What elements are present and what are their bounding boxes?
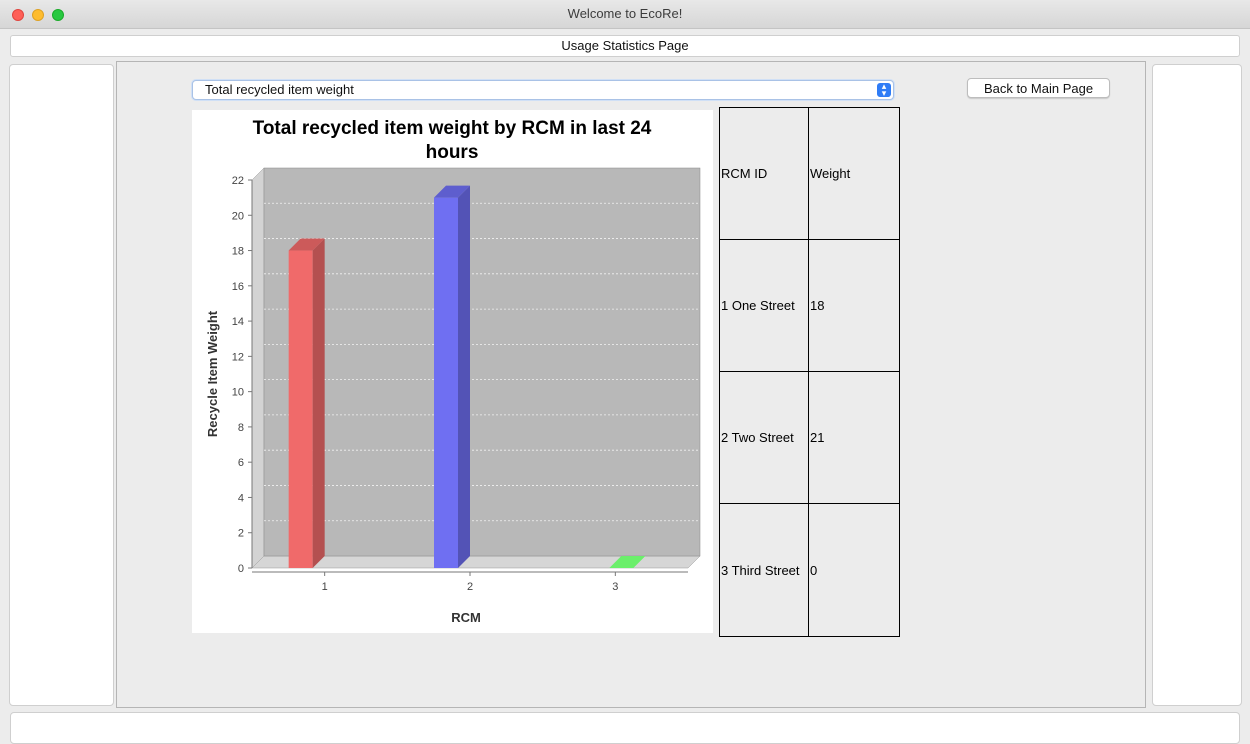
x-tick-label: 2 — [467, 581, 473, 593]
y-tick-label: 2 — [238, 528, 244, 540]
table-cell: 18 — [809, 240, 899, 372]
chart-title-line: hours — [426, 142, 479, 163]
y-tick-label: 14 — [232, 316, 244, 328]
y-axis-label: Recycle Item Weight — [205, 310, 220, 437]
y-tick-label: 18 — [232, 246, 244, 258]
x-tick-label: 3 — [612, 581, 618, 593]
left-panel — [9, 64, 114, 706]
y-tick-label: 20 — [232, 210, 244, 222]
chart-title-line: Total recycled item weight by RCM in las… — [253, 118, 652, 139]
table-cell: 1 One Street — [720, 240, 809, 372]
table-header-rcm-id: RCM ID — [720, 108, 809, 240]
rcm-weight-table: RCM ID Weight 1 One Street 18 2 Two Stre… — [719, 107, 900, 637]
chart-side-wall — [251, 167, 265, 569]
table-cell: 3 Third Street — [720, 504, 809, 636]
page-title: Usage Statistics Page — [10, 35, 1240, 57]
back-to-main-button[interactable]: Back to Main Page — [967, 78, 1110, 98]
footer-panel — [10, 712, 1240, 744]
table-cell: 2 Two Street — [720, 372, 809, 504]
y-tick-label: 22 — [232, 175, 244, 187]
y-tick-label: 8 — [238, 422, 244, 434]
window-titlebar: Welcome to EcoRe! — [0, 0, 1250, 29]
bar-chart: Total recycled item weight by RCM in las… — [205, 118, 701, 625]
y-tick-label: 16 — [232, 281, 244, 293]
y-tick-label: 10 — [232, 387, 244, 399]
x-axis-label: RCM — [451, 610, 481, 625]
statistic-select-value: Total recycled item weight — [205, 82, 354, 97]
table-cell: 0 — [810, 562, 818, 578]
bar — [434, 197, 458, 568]
bar-side — [312, 238, 325, 568]
table-cell: 21 — [809, 372, 899, 504]
y-tick-label: 0 — [238, 563, 244, 575]
y-tick-label: 4 — [238, 492, 244, 504]
statistic-select[interactable]: Total recycled item weight ▴ ▾ — [192, 80, 894, 100]
chevron-up-down-icon: ▴ ▾ — [877, 82, 891, 98]
y-tick-label: 12 — [232, 351, 244, 363]
right-panel — [1152, 64, 1242, 706]
x-tick-label: 1 — [322, 581, 328, 593]
plot-area — [263, 167, 701, 557]
window-title: Welcome to EcoRe! — [567, 6, 683, 21]
table-header-weight: Weight — [809, 108, 899, 240]
chart-container: Total recycled item weight by RCM in las… — [192, 110, 713, 633]
bar-side — [458, 185, 470, 568]
bar — [288, 250, 313, 568]
y-tick-label: 6 — [238, 457, 244, 469]
